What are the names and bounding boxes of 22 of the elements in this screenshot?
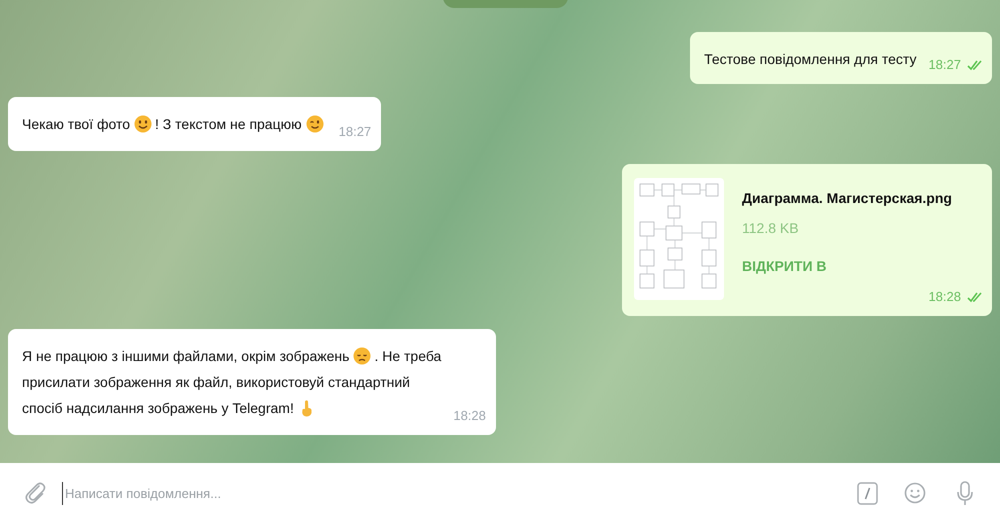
winking-face-icon <box>306 115 324 133</box>
emoji-icon[interactable] <box>904 482 926 504</box>
bot-commands-icon[interactable] <box>857 482 878 504</box>
attach-icon[interactable] <box>24 481 46 505</box>
file-name: Диаграмма. Магистерская.png <box>742 190 953 206</box>
microphone-icon[interactable] <box>956 480 974 506</box>
message-text: Тестове повідомлення для тесту <box>704 50 916 69</box>
smiling-face-icon <box>134 115 152 133</box>
message-text: Я не працюю з іншими файлами, окрім зображень <box>22 347 350 366</box>
message-time: 18:28 <box>453 408 486 423</box>
sad-face-icon <box>353 347 372 365</box>
message-time: 18:27 <box>338 124 372 139</box>
message-text: спосіб надсилання зображень у Telegram! <box>22 399 294 418</box>
message-text: присилати зображення як файл, використовуй стандартний <box>22 373 410 392</box>
document-thumbnail-drawing[interactable] <box>634 178 724 300</box>
message-text: . Не треба <box>374 347 442 366</box>
open-with-link[interactable]: ВІДКРИТИ В <box>742 258 982 274</box>
message-text: ! З текстом не працюю <box>155 115 302 134</box>
file-size: 112.8 KB <box>742 220 800 236</box>
message-time: 18:27 <box>928 57 961 72</box>
message-text: Чекаю твої фото <box>22 115 130 134</box>
message-time: 18:28 <box>928 289 961 304</box>
